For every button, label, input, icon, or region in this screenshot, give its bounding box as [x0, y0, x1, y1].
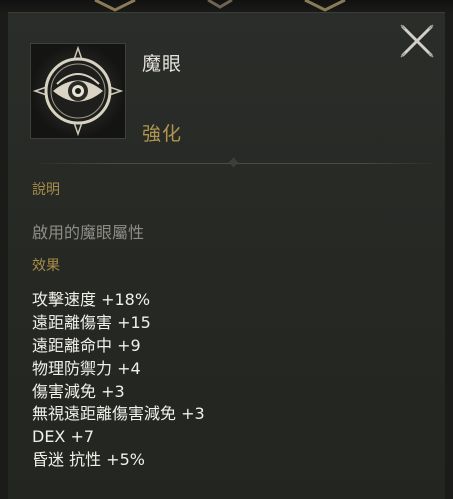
stat-line: 遠距離命中 +9	[32, 335, 141, 355]
ornament-decoration-icon	[304, 0, 346, 12]
description-label: 說明	[32, 182, 60, 198]
effects-label: 效果	[32, 258, 60, 274]
stat-line: 昏迷 抗性 +5%	[32, 450, 145, 470]
effects-list: 攻擊速度 +18% 遠距離傷害 +15 遠距離命中 +9 物理防禦力 +4 傷害…	[32, 289, 205, 472]
divider-diamond-icon	[228, 157, 239, 168]
eye-emblem-icon	[31, 44, 125, 138]
close-icon	[400, 24, 434, 58]
description-text: 啟用的魔眼屬性	[32, 223, 145, 242]
item-name: 魔眼	[142, 53, 183, 75]
ornament-decoration-icon	[207, 0, 233, 9]
item-type: 強化	[142, 123, 183, 145]
stat-line: 物理防禦力 +4	[32, 358, 141, 378]
stat-line: 無視遠距離傷害減免 +3	[32, 404, 205, 424]
stat-line: DEX +7	[32, 427, 95, 447]
ornament-decoration-icon	[94, 0, 136, 12]
close-button[interactable]	[396, 20, 438, 62]
item-icon-frame	[30, 43, 126, 139]
stat-line: 遠距離傷害 +15	[32, 312, 151, 332]
stat-line: 攻擊速度 +18%	[32, 290, 151, 309]
item-tooltip-panel: 魔眼 強化 說明 啟用的魔眼屬性 效果 攻擊速度 +18% 遠距離傷害 +15 …	[8, 12, 445, 499]
stat-line: 傷害減免 +3	[32, 381, 125, 401]
